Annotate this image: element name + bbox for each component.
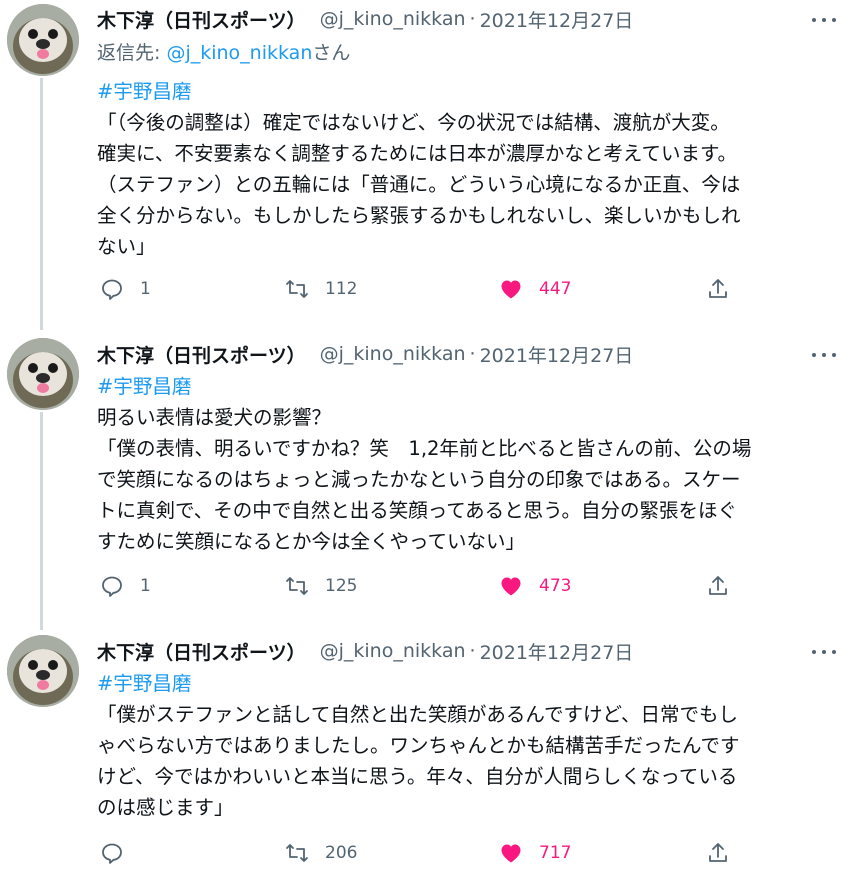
- author-handle[interactable]: @j_kino_nikkan: [320, 8, 466, 30]
- reply-to-prefix: 返信先:: [97, 42, 167, 64]
- thread-line: [40, 78, 43, 330]
- retweet-count: 112: [325, 279, 358, 299]
- like-count: 473: [539, 576, 572, 596]
- author-name[interactable]: 木下淳（日刊スポーツ）: [97, 638, 306, 665]
- tweet-text-line: すために笑顔になるとか今は全くやっていない」: [97, 530, 526, 553]
- like-button[interactable]: 473: [499, 570, 571, 602]
- author-handle[interactable]: @j_kino_nikkan: [320, 343, 466, 365]
- separator-dot: ·: [469, 8, 476, 30]
- thread-line: [40, 412, 43, 630]
- retweet-arrows-icon: [286, 844, 308, 862]
- retweet-arrows-icon: [286, 577, 308, 595]
- tweet-text-line: 「僕の表情、明るいですかね？笑 1,2年前と比べると皆さんの前、公の場: [97, 437, 752, 460]
- tweet-text-line: （ステファン）との五輪には「普通に。どういう心境になるか正直、今は: [97, 173, 741, 196]
- tweet-text-line: のは感じます」: [97, 796, 234, 819]
- reply-button[interactable]: 1: [100, 273, 151, 305]
- speech-bubble-icon: [102, 279, 122, 300]
- separator-dot: ·: [469, 640, 476, 662]
- reply-to-suffix: さん: [312, 42, 351, 64]
- tweet-text-line: 明るい表情は愛犬の影響？: [97, 406, 332, 429]
- avatar[interactable]: [7, 4, 79, 76]
- share-upload-icon: [709, 576, 727, 595]
- tweet-text-line: ゃべらない方ではありましたし。ワンちゃんとかも結構苦手だったんです: [97, 734, 740, 757]
- tweet-text-line: ない」: [97, 235, 156, 258]
- heart-filled-icon: [501, 280, 521, 299]
- retweet-button[interactable]: 206: [285, 837, 357, 869]
- share-button[interactable]: [706, 273, 730, 305]
- tweet-date[interactable]: 2021年12月27日: [480, 341, 634, 368]
- retweet-button[interactable]: 125: [285, 570, 357, 602]
- reply-to-handle[interactable]: @j_kino_nikkan: [166, 42, 312, 64]
- tweet-text: #宇野昌磨 「僕がステファンと話して自然と出た笑顔があるんですけど、日常でもし …: [97, 668, 846, 823]
- hashtag-link[interactable]: #宇野昌磨: [97, 668, 846, 699]
- tweet-text-line: けど、今ではかわいいと本当に思う。年々、自分が人間らしくなっている: [97, 765, 738, 788]
- tweet-actions: 206 717: [97, 837, 757, 869]
- tweet-text: #宇野昌磨 「（今後の調整は）確定ではないけど、今の状況では結構、渡航が大変。 …: [97, 76, 846, 262]
- tweet-text-line: で笑顔になるのはちょっと減ったかなという自分の印象ではある。スケー: [97, 468, 741, 491]
- more-options-icon[interactable]: [812, 345, 836, 365]
- hashtag-link[interactable]: #宇野昌磨: [97, 76, 846, 107]
- retweet-arrows-icon: [286, 280, 308, 298]
- more-options-icon[interactable]: [812, 642, 836, 662]
- tweet-text-line: 「（今後の調整は）確定ではないけど、今の状況では結構、渡航が大変。: [97, 111, 730, 134]
- share-button[interactable]: [706, 837, 730, 869]
- tweet-text-line: 全く分からない。もしかしたら緊張するかもしれないし、楽しいかもしれ: [97, 204, 741, 227]
- avatar[interactable]: [7, 338, 79, 410]
- author-handle[interactable]: @j_kino_nikkan: [320, 640, 466, 662]
- heart-filled-icon: [501, 577, 521, 596]
- tweet-date[interactable]: 2021年12月27日: [480, 638, 634, 665]
- like-button[interactable]: 717: [499, 837, 571, 869]
- tweet-text: #宇野昌磨 明るい表情は愛犬の影響？ 「僕の表情、明るいですかね？笑 1,2年前…: [97, 371, 846, 557]
- separator-dot: ·: [469, 343, 476, 365]
- retweet-count: 125: [325, 576, 358, 596]
- tweet-text-line: 「僕がステファンと話して自然と出た笑顔があるんですけど、日常でもし: [97, 703, 738, 726]
- speech-bubble-icon: [102, 576, 122, 597]
- speech-bubble-icon: [102, 843, 122, 864]
- avatar[interactable]: [7, 635, 79, 707]
- author-name[interactable]: 木下淳（日刊スポーツ）: [97, 341, 306, 368]
- like-button[interactable]: 447: [499, 273, 571, 305]
- reply-count: 1: [140, 279, 151, 299]
- reply-button[interactable]: 1: [100, 570, 151, 602]
- tweet-text-line: トに真剣で、その中で自然と出る笑顔ってあると思う。自分の緊張をほぐ: [97, 499, 737, 522]
- share-button[interactable]: [706, 570, 730, 602]
- tweet-date[interactable]: 2021年12月27日: [480, 6, 634, 33]
- reply-button[interactable]: [100, 837, 140, 869]
- reply-count: 1: [140, 576, 151, 596]
- share-upload-icon: [709, 279, 727, 298]
- more-options-icon[interactable]: [812, 10, 836, 30]
- tweet-text-line: 確実に、不安要素なく調整するためには日本が濃厚かなと考えています。: [97, 142, 737, 165]
- share-upload-icon: [709, 843, 727, 862]
- retweet-count: 206: [325, 843, 358, 863]
- like-count: 717: [539, 843, 572, 863]
- heart-filled-icon: [501, 844, 521, 863]
- hashtag-link[interactable]: #宇野昌磨: [97, 371, 846, 402]
- like-count: 447: [539, 279, 572, 299]
- tweet-actions: 1 112 447: [97, 273, 757, 305]
- retweet-button[interactable]: 112: [285, 273, 357, 305]
- reply-to-line: 返信先: @j_kino_nikkanさん: [97, 38, 846, 68]
- author-name[interactable]: 木下淳（日刊スポーツ）: [97, 6, 306, 33]
- tweet-actions: 1 125 473: [97, 570, 757, 602]
